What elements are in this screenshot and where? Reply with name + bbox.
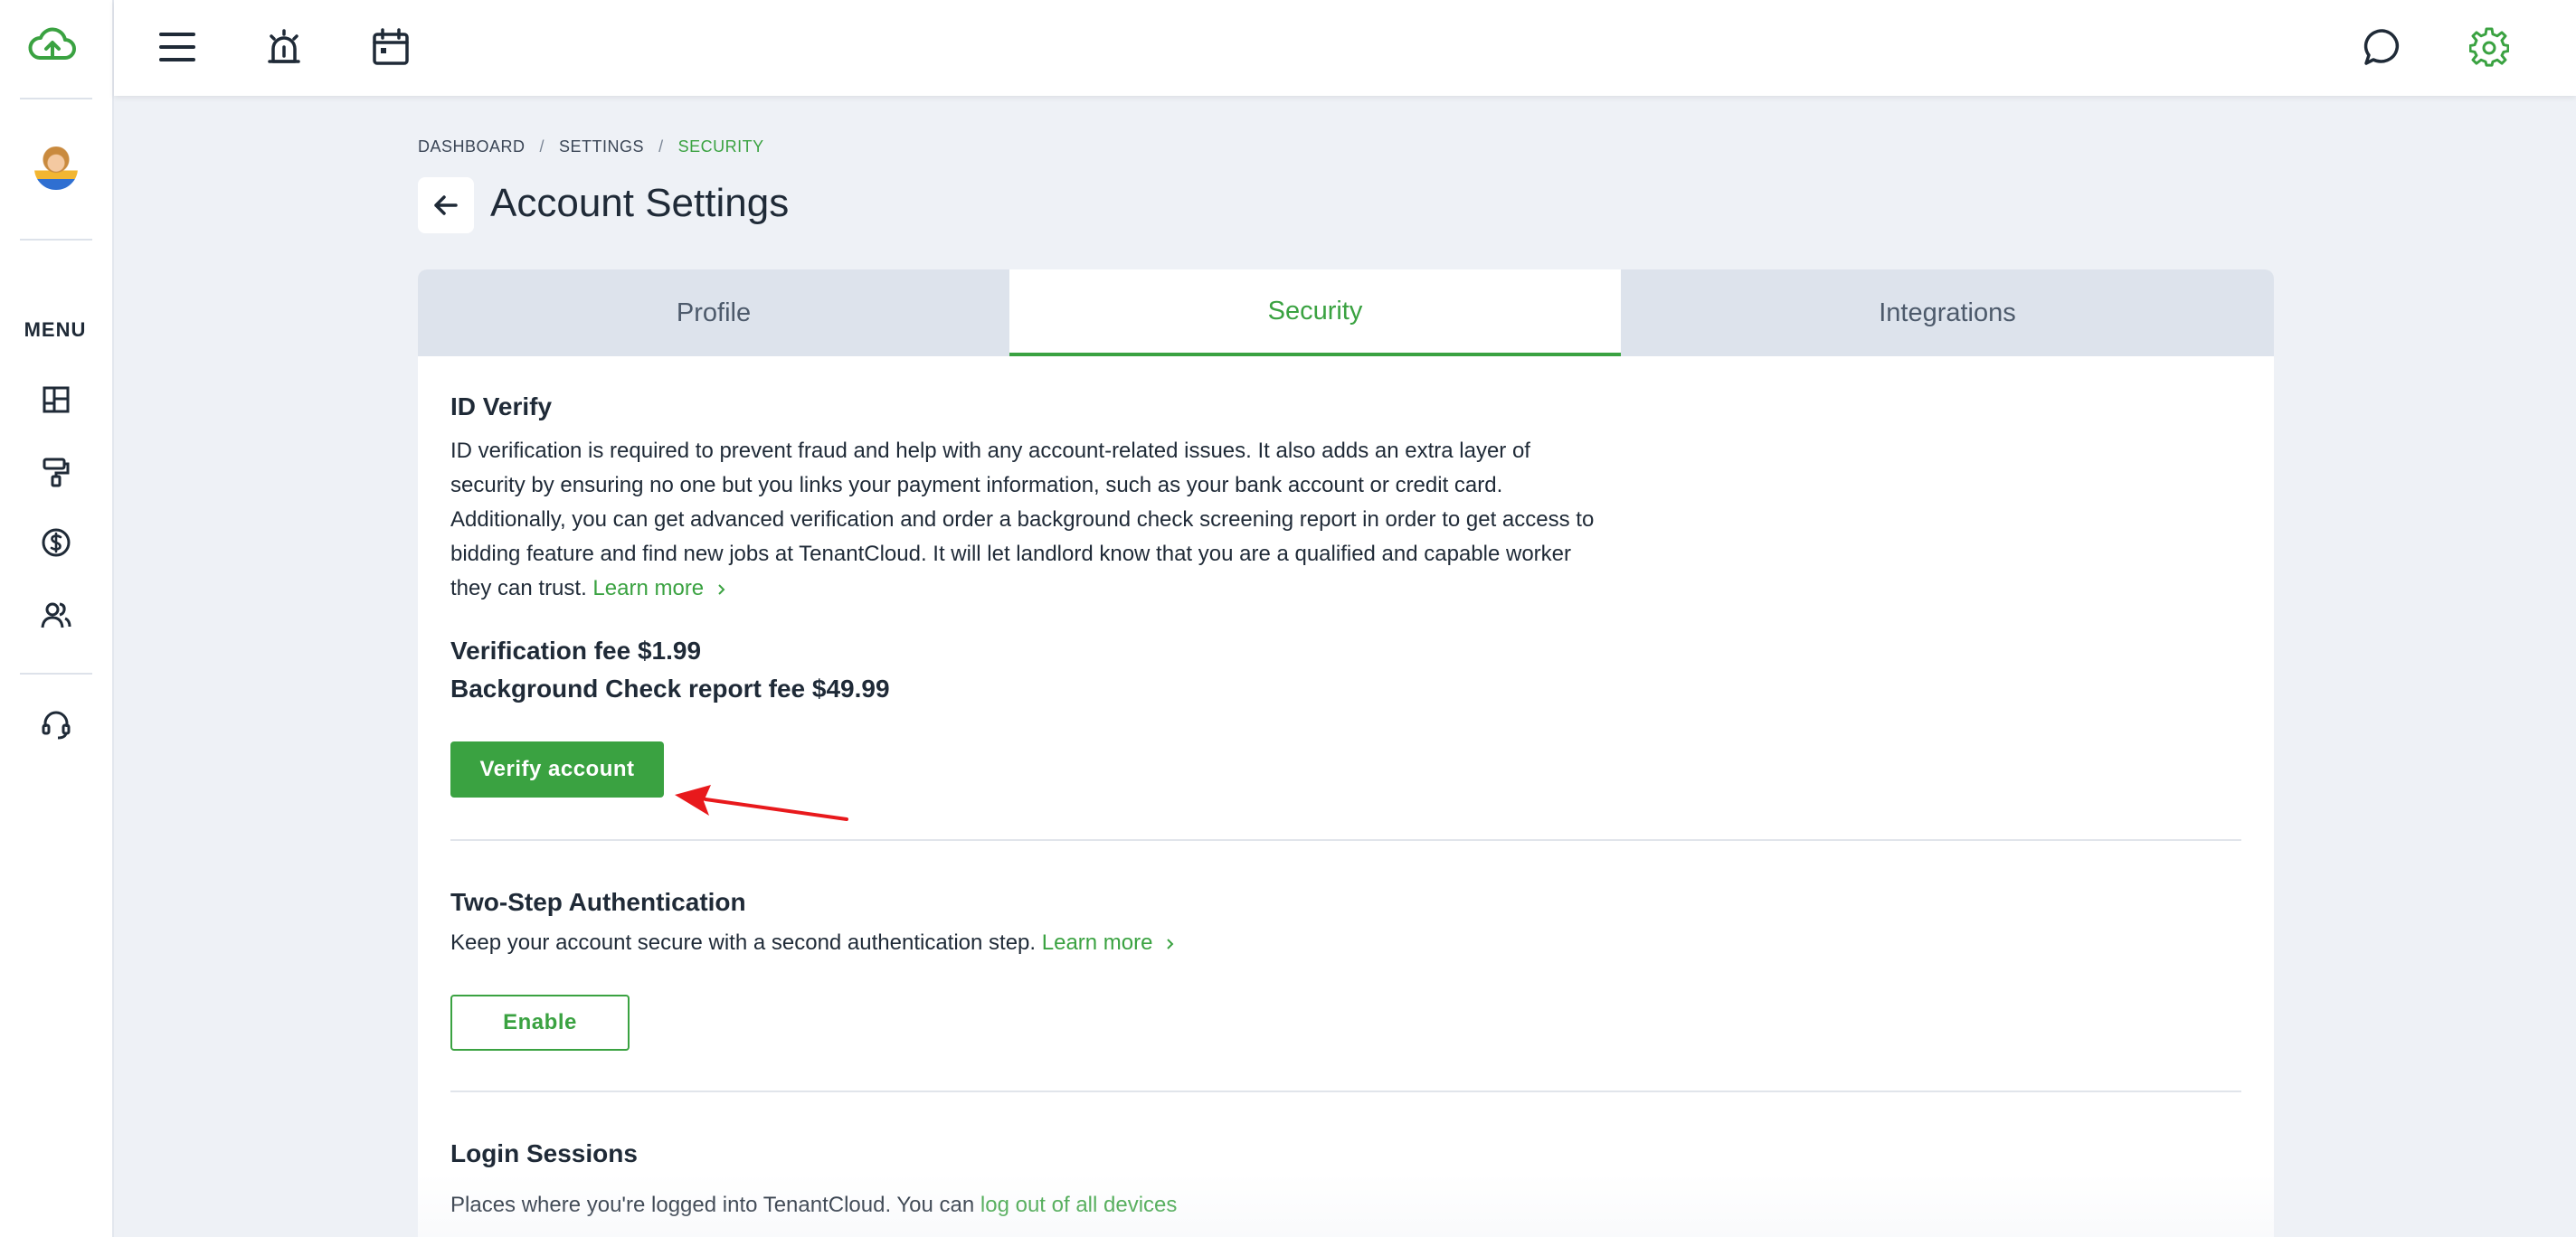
description-line: security by ensuring no one but you link… bbox=[450, 473, 1503, 497]
settings-card: Profile Security Integrations ID Verify … bbox=[418, 269, 2274, 1237]
chat-bubble-icon[interactable] bbox=[2363, 27, 2402, 67]
arrow-left-icon bbox=[434, 195, 458, 215]
description-line: Additionally, you can get advanced verif… bbox=[450, 507, 1595, 532]
top-bar bbox=[114, 0, 2576, 96]
section-divider bbox=[450, 1091, 2241, 1092]
enable-two-step-button[interactable]: Enable bbox=[450, 995, 630, 1051]
calendar-icon[interactable] bbox=[371, 27, 411, 67]
annotation-arrow-icon bbox=[675, 785, 848, 821]
headset-support-icon[interactable] bbox=[40, 709, 72, 741]
background-check-fee: Background Check report fee $49.99 bbox=[450, 675, 890, 703]
dashboard-grid-icon[interactable] bbox=[40, 383, 72, 416]
breadcrumb-dashboard[interactable]: DASHBOARD bbox=[418, 137, 526, 156]
description-line: they can trust. bbox=[450, 576, 587, 600]
breadcrumb-security: SECURITY bbox=[677, 137, 764, 156]
cloud-upload-icon[interactable] bbox=[27, 25, 78, 65]
two-step-description: Keep your account secure with a second a… bbox=[450, 930, 1037, 955]
id-verify-learn-more-link[interactable]: Learn more bbox=[592, 576, 727, 600]
menu-label: MENU bbox=[24, 318, 87, 341]
login-sessions-description-row: Places where you're logged into TenantCl… bbox=[450, 1188, 1177, 1223]
sidebar-divider bbox=[20, 239, 92, 241]
two-step-title: Two-Step Authentication bbox=[450, 888, 746, 916]
breadcrumb-settings[interactable]: SETTINGS bbox=[559, 137, 644, 156]
users-icon[interactable] bbox=[40, 599, 72, 631]
breadcrumb-separator: / bbox=[539, 137, 545, 156]
left-sidebar: MENU bbox=[0, 0, 114, 1237]
breadcrumb: DASHBOARD / SETTINGS / SECURITY bbox=[418, 137, 764, 156]
two-step-learn-more-link[interactable]: Learn more bbox=[1042, 930, 1177, 955]
sidebar-divider bbox=[20, 98, 92, 99]
settings-tabs: Profile Security Integrations bbox=[418, 269, 2274, 356]
chevron-right-icon bbox=[1167, 938, 1174, 949]
settings-gear-icon[interactable] bbox=[2469, 27, 2509, 67]
chevron-right-icon bbox=[718, 583, 725, 595]
tab-profile[interactable]: Profile bbox=[418, 269, 1009, 356]
login-sessions-description: Places where you're logged into TenantCl… bbox=[450, 1193, 975, 1217]
login-sessions-title: Login Sessions bbox=[450, 1139, 638, 1167]
section-divider bbox=[450, 839, 2241, 841]
learn-more-label: Learn more bbox=[592, 576, 705, 600]
page-title: Account Settings bbox=[490, 181, 790, 225]
learn-more-label: Learn more bbox=[1041, 930, 1153, 955]
description-line: ID verification is required to prevent f… bbox=[450, 439, 1530, 463]
paint-roller-icon[interactable] bbox=[40, 456, 72, 488]
alarm-bell-icon[interactable] bbox=[264, 27, 304, 67]
breadcrumb-separator: / bbox=[658, 137, 664, 156]
id-verify-description: ID verification is required to prevent f… bbox=[450, 434, 1594, 606]
tab-integrations[interactable]: Integrations bbox=[1621, 269, 2274, 356]
back-button[interactable] bbox=[418, 177, 474, 233]
description-line: bidding feature and find new jobs at Ten… bbox=[450, 542, 1572, 566]
sidebar-divider bbox=[20, 673, 92, 675]
verification-fee: Verification fee $1.99 bbox=[450, 637, 702, 665]
two-step-description-row: Keep your account secure with a second a… bbox=[450, 926, 1177, 960]
user-avatar[interactable] bbox=[33, 145, 80, 192]
hamburger-menu-icon[interactable] bbox=[157, 27, 197, 67]
id-verify-title: ID Verify bbox=[450, 392, 553, 420]
dollar-circle-icon[interactable] bbox=[40, 526, 72, 559]
logout-all-devices-link[interactable]: log out of all devices bbox=[980, 1193, 1177, 1217]
tab-security[interactable]: Security bbox=[1009, 269, 1621, 356]
verify-account-button[interactable]: Verify account bbox=[450, 741, 664, 798]
